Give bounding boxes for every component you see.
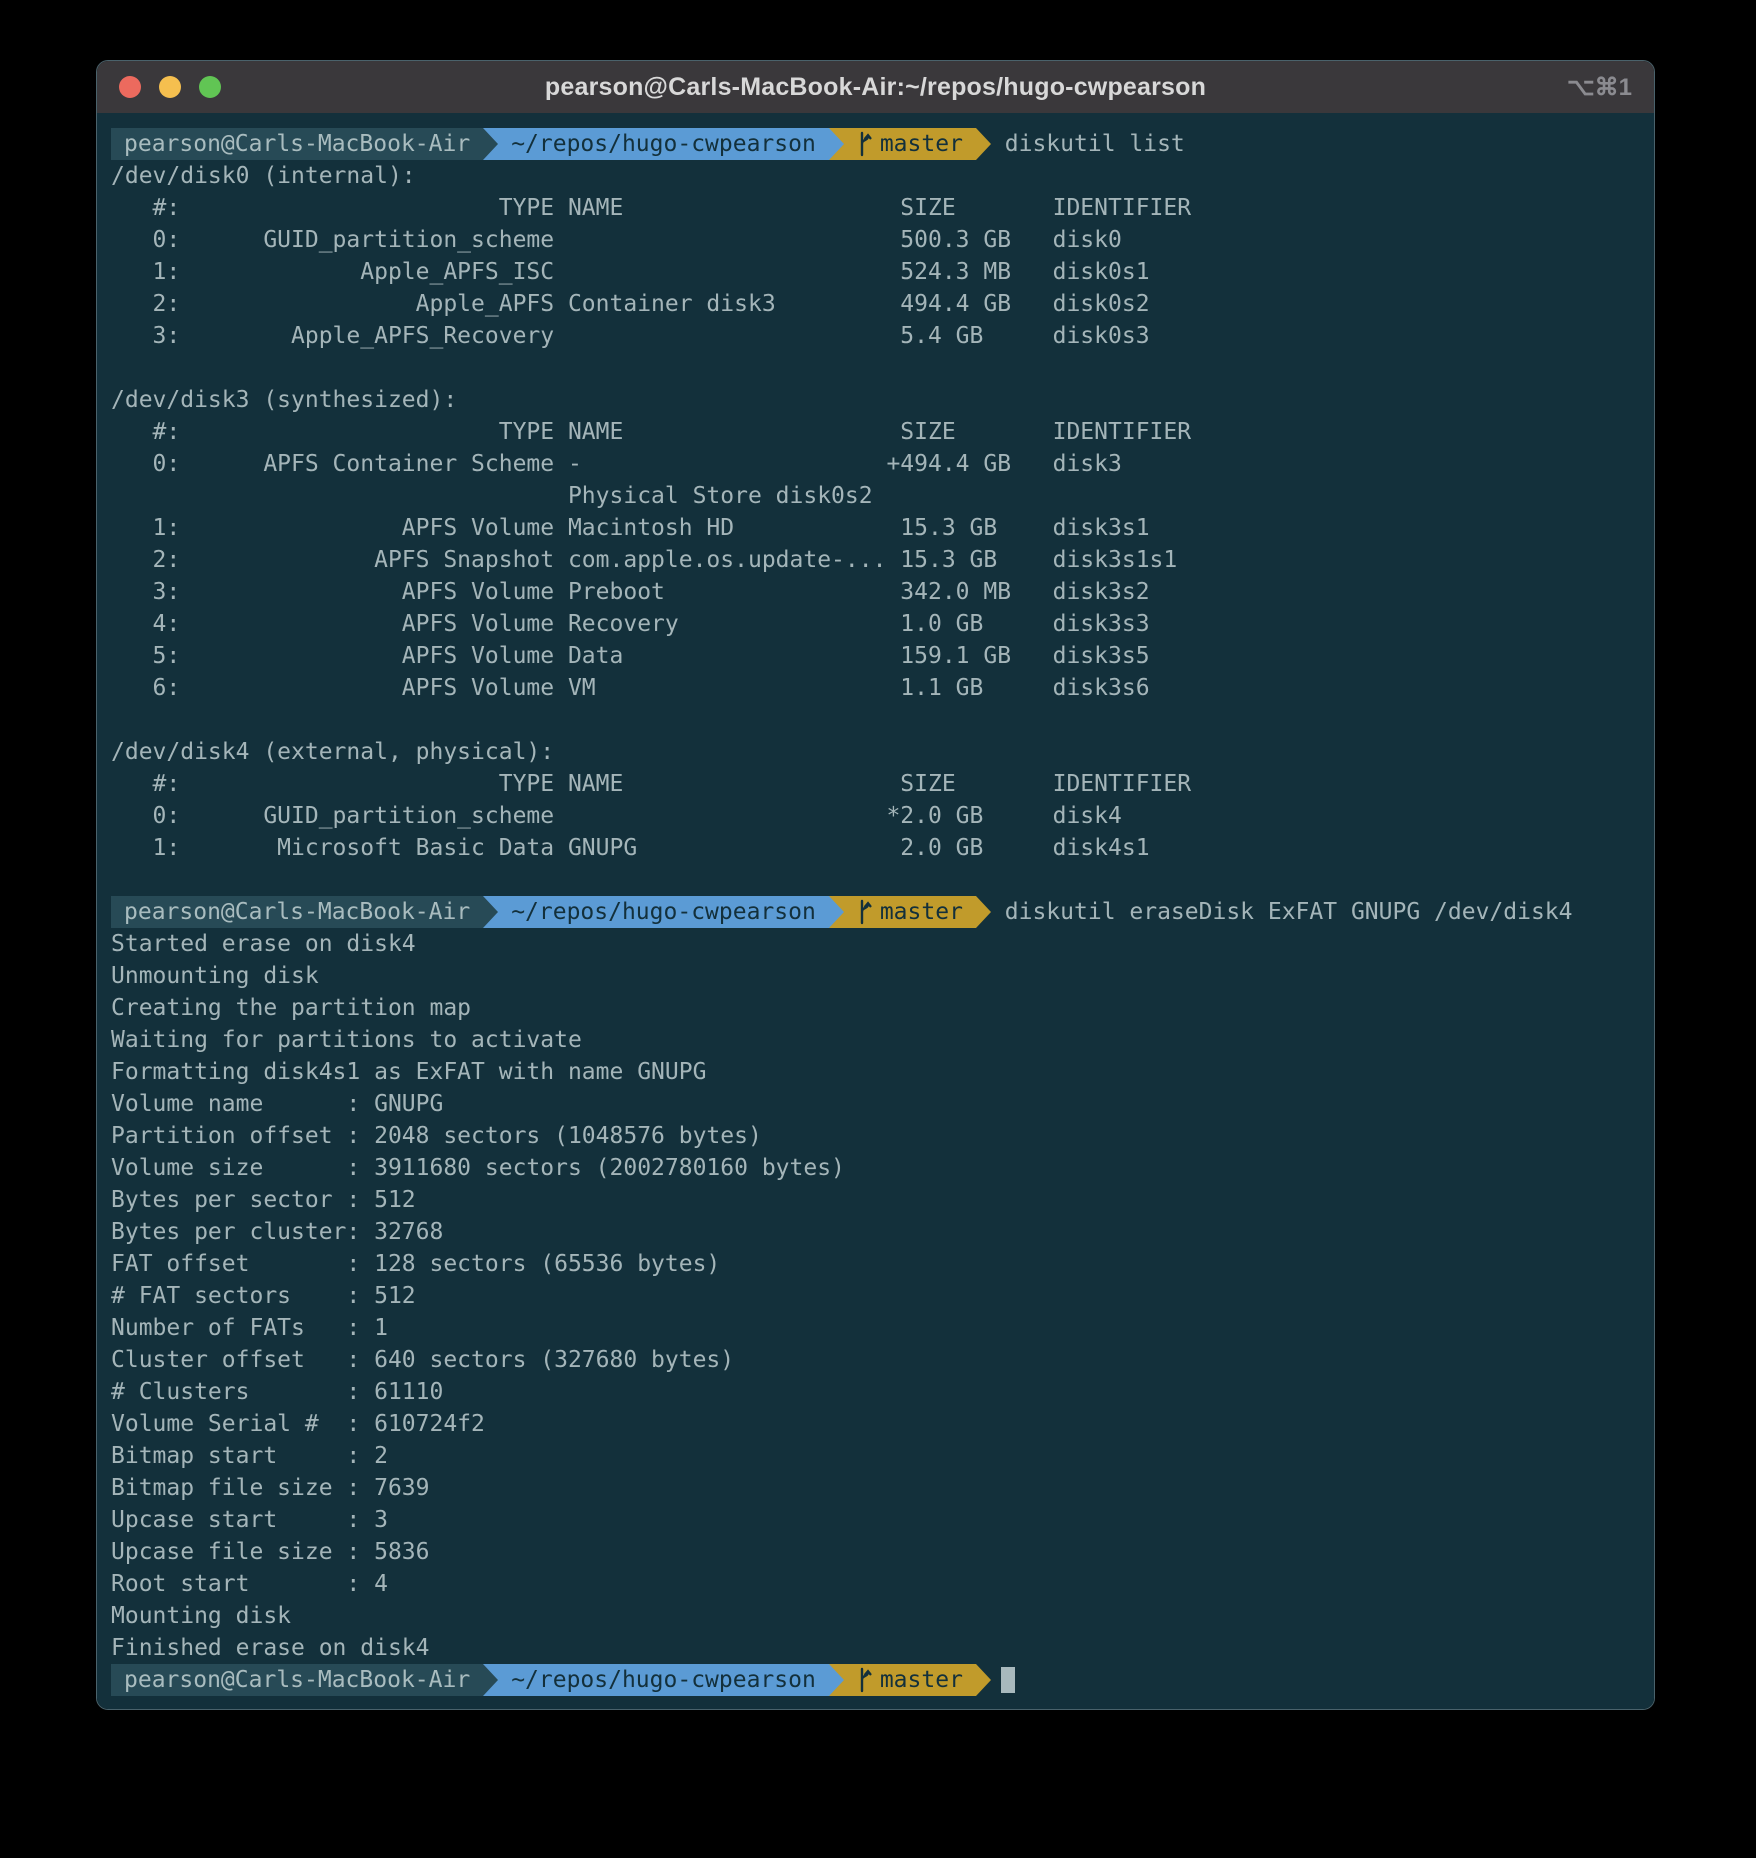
terminal-output-line bbox=[111, 864, 1640, 896]
powerline-arrow-icon bbox=[829, 128, 844, 160]
terminal-output-line: 6: APFS Volume VM 1.1 GB disk3s6 bbox=[111, 672, 1640, 704]
powerline-arrow-icon bbox=[483, 896, 498, 928]
terminal-output-line: # FAT sectors : 512 bbox=[111, 1280, 1640, 1312]
terminal-output-line: Unmounting disk bbox=[111, 960, 1640, 992]
powerline-arrow-icon bbox=[829, 1664, 844, 1696]
prompt-user-host: pearson@Carls-MacBook-Air bbox=[111, 128, 483, 160]
prompt-path: ~/repos/hugo-cwpearson bbox=[498, 128, 829, 160]
terminal-output-line: 1: Microsoft Basic Data GNUPG 2.0 GB dis… bbox=[111, 832, 1640, 864]
prompt-git-branch: master bbox=[844, 896, 976, 928]
terminal-output-line: Bytes per cluster: 32768 bbox=[111, 1216, 1640, 1248]
desktop: { "window": { "title": "pearson@Carls-Ma… bbox=[0, 0, 1756, 1858]
titlebar[interactable]: pearson@Carls-MacBook-Air:~/repos/hugo-c… bbox=[97, 61, 1654, 113]
powerline-arrow-icon bbox=[483, 1664, 498, 1696]
traffic-light-zoom[interactable] bbox=[199, 76, 221, 98]
prompt-line: pearson@Carls-MacBook-Air ~/repos/hugo-cw… bbox=[111, 1664, 1640, 1696]
terminal-output-line bbox=[111, 704, 1640, 736]
traffic-light-minimize[interactable] bbox=[159, 76, 181, 98]
terminal-output-line: 5: APFS Volume Data 159.1 GB disk3s5 bbox=[111, 640, 1640, 672]
terminal-output-line: Bitmap start : 2 bbox=[111, 1440, 1640, 1472]
terminal-output-line: #: TYPE NAME SIZE IDENTIFIER bbox=[111, 416, 1640, 448]
powerline-arrow-icon bbox=[976, 1664, 991, 1696]
terminal-output-line: 3: Apple_APFS_Recovery 5.4 GB disk0s3 bbox=[111, 320, 1640, 352]
terminal-output-line: 1: Apple_APFS_ISC 524.3 MB disk0s1 bbox=[111, 256, 1640, 288]
prompt-path: ~/repos/hugo-cwpearson bbox=[498, 896, 829, 928]
terminal-screen[interactable]: pearson@Carls-MacBook-Air ~/repos/hugo-cw… bbox=[97, 113, 1654, 1709]
window-title: pearson@Carls-MacBook-Air:~/repos/hugo-c… bbox=[97, 73, 1654, 102]
terminal-output-line: /dev/disk3 (synthesized): bbox=[111, 384, 1640, 416]
prompt-git-branch: master bbox=[844, 128, 976, 160]
prompt-user-host: pearson@Carls-MacBook-Air bbox=[111, 896, 483, 928]
git-branch-label: master bbox=[880, 1664, 963, 1696]
powerline-arrow-icon bbox=[829, 896, 844, 928]
terminal-output-line: 0: APFS Container Scheme - +494.4 GB dis… bbox=[111, 448, 1640, 480]
traffic-light-close[interactable] bbox=[119, 76, 141, 98]
git-branch-icon bbox=[857, 131, 873, 157]
terminal-output-line: Physical Store disk0s2 bbox=[111, 480, 1640, 512]
terminal-cursor bbox=[1001, 1667, 1015, 1693]
terminal-output-line: Number of FATs : 1 bbox=[111, 1312, 1640, 1344]
terminal-output-line: #: TYPE NAME SIZE IDENTIFIER bbox=[111, 768, 1640, 800]
git-branch-label: master bbox=[880, 896, 963, 928]
prompt-path: ~/repos/hugo-cwpearson bbox=[498, 1664, 829, 1696]
terminal-output-line: Volume size : 3911680 sectors (200278016… bbox=[111, 1152, 1640, 1184]
terminal-output-line: #: TYPE NAME SIZE IDENTIFIER bbox=[111, 192, 1640, 224]
terminal-output-line: Bitmap file size : 7639 bbox=[111, 1472, 1640, 1504]
terminal-output-line: Root start : 4 bbox=[111, 1568, 1640, 1600]
keyboard-shortcut-badge: ⌥⌘1 bbox=[1567, 61, 1632, 113]
terminal-output-line: Volume Serial # : 610724f2 bbox=[111, 1408, 1640, 1440]
terminal-output-line: /dev/disk0 (internal): bbox=[111, 160, 1640, 192]
terminal-output-line: Formatting disk4s1 as ExFAT with name GN… bbox=[111, 1056, 1640, 1088]
terminal-output-line: Upcase start : 3 bbox=[111, 1504, 1640, 1536]
terminal-output-line: Started erase on disk4 bbox=[111, 928, 1640, 960]
terminal-output-line: FAT offset : 128 sectors (65536 bytes) bbox=[111, 1248, 1640, 1280]
terminal-output-line: Partition offset : 2048 sectors (1048576… bbox=[111, 1120, 1640, 1152]
terminal-output-line: Upcase file size : 5836 bbox=[111, 1536, 1640, 1568]
powerline-arrow-icon bbox=[483, 128, 498, 160]
terminal-window: pearson@Carls-MacBook-Air:~/repos/hugo-c… bbox=[96, 60, 1655, 1710]
terminal-output-line: /dev/disk4 (external, physical): bbox=[111, 736, 1640, 768]
terminal-output-line: Mounting disk bbox=[111, 1600, 1640, 1632]
terminal-output-line: Finished erase on disk4 bbox=[111, 1632, 1640, 1664]
terminal-output-line: Volume name : GNUPG bbox=[111, 1088, 1640, 1120]
terminal-output-line: # Clusters : 61110 bbox=[111, 1376, 1640, 1408]
terminal-output-line: 1: APFS Volume Macintosh HD 15.3 GB disk… bbox=[111, 512, 1640, 544]
powerline-arrow-icon bbox=[976, 128, 991, 160]
terminal-output-line: 0: GUID_partition_scheme 500.3 GB disk0 bbox=[111, 224, 1640, 256]
git-branch-icon bbox=[857, 899, 873, 925]
terminal-output-line bbox=[111, 352, 1640, 384]
terminal-output-line: 2: Apple_APFS Container disk3 494.4 GB d… bbox=[111, 288, 1640, 320]
terminal-output-line: Cluster offset : 640 sectors (327680 byt… bbox=[111, 1344, 1640, 1376]
prompt-git-branch: master bbox=[844, 1664, 976, 1696]
terminal-output-line: Creating the partition map bbox=[111, 992, 1640, 1024]
prompt-user-host: pearson@Carls-MacBook-Air bbox=[111, 1664, 483, 1696]
prompt-line: pearson@Carls-MacBook-Air ~/repos/hugo-cw… bbox=[111, 128, 1640, 160]
terminal-output-line: 2: APFS Snapshot com.apple.os.update-...… bbox=[111, 544, 1640, 576]
terminal-output-line: 3: APFS Volume Preboot 342.0 MB disk3s2 bbox=[111, 576, 1640, 608]
terminal-output-line: 0: GUID_partition_scheme *2.0 GB disk4 bbox=[111, 800, 1640, 832]
terminal-output-line: Waiting for partitions to activate bbox=[111, 1024, 1640, 1056]
command-text: diskutil eraseDisk ExFAT GNUPG /dev/disk… bbox=[991, 896, 1573, 928]
git-branch-icon bbox=[857, 1667, 873, 1693]
git-branch-label: master bbox=[880, 128, 963, 160]
terminal-output-line: Bytes per sector : 512 bbox=[111, 1184, 1640, 1216]
prompt-line: pearson@Carls-MacBook-Air ~/repos/hugo-cw… bbox=[111, 896, 1640, 928]
traffic-lights bbox=[119, 61, 221, 113]
terminal-output-line: 4: APFS Volume Recovery 1.0 GB disk3s3 bbox=[111, 608, 1640, 640]
powerline-arrow-icon bbox=[976, 896, 991, 928]
command-text: diskutil list bbox=[991, 128, 1185, 160]
